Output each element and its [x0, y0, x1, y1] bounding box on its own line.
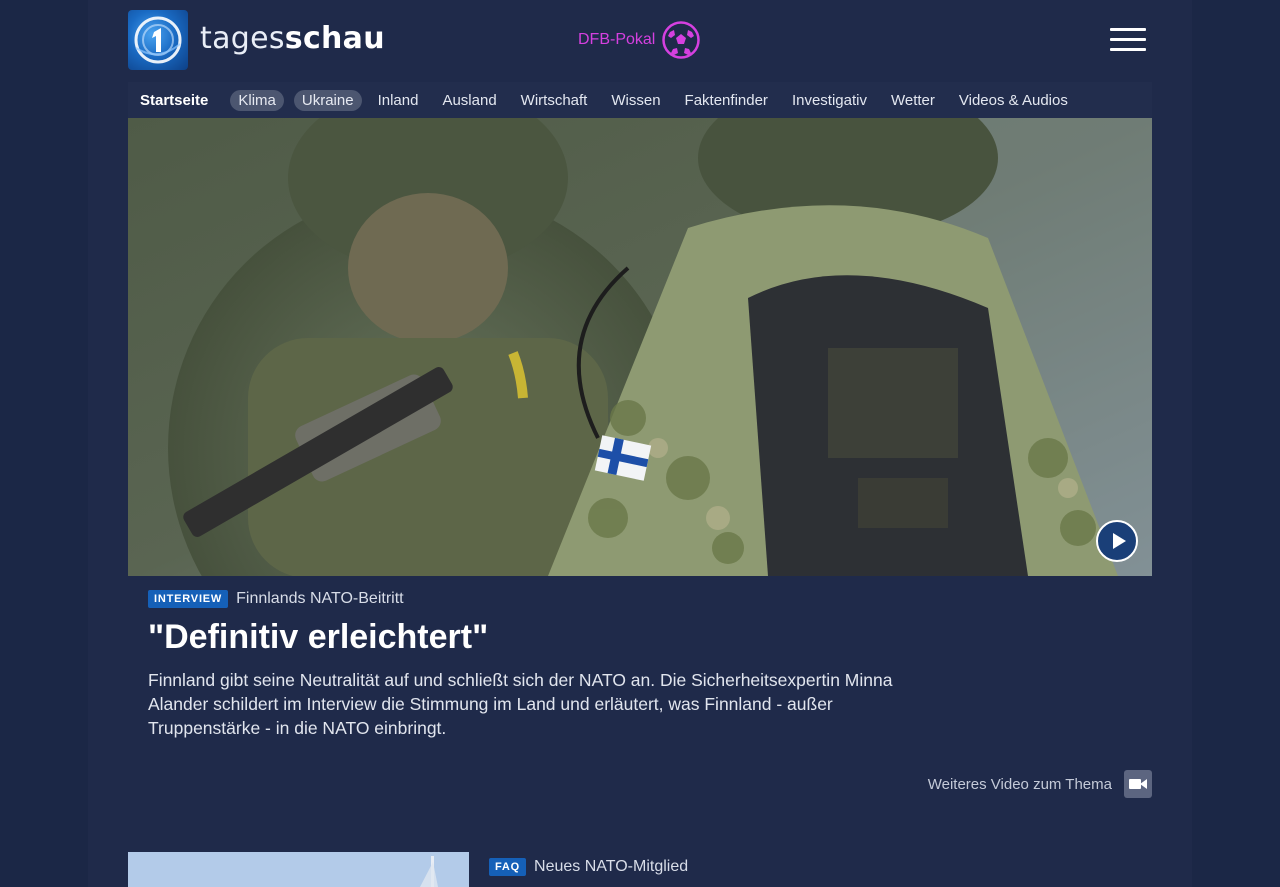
nav-item-wetter[interactable]: Wetter — [891, 92, 935, 109]
nav-item-ukraine[interactable]: Ukraine — [293, 89, 362, 111]
nav-item-videos-audios[interactable]: Videos & Audios — [959, 92, 1068, 109]
hero-kicker-row: INTERVIEW Finnlands NATO-Beitritt — [148, 590, 404, 608]
nav-item-inland[interactable]: Inland — [378, 92, 419, 109]
brand-wordmark[interactable]: tagesschau — [200, 20, 385, 58]
nav-item-klima[interactable]: Klima — [230, 89, 284, 111]
hero-photo-soldiers — [128, 118, 1152, 576]
topic-link-label: DFB-Pokal — [578, 31, 656, 48]
video-camera-icon — [1124, 770, 1152, 798]
nav-item-investigativ[interactable]: Investigativ — [792, 92, 867, 109]
play-icon — [1113, 533, 1126, 549]
main-navigation: Startseite Klima Ukraine Inland Ausland … — [128, 82, 1152, 118]
nav-item-startseite[interactable]: Startseite — [140, 92, 208, 109]
hamburger-menu-icon[interactable] — [1110, 26, 1146, 54]
nav-item-ausland[interactable]: Ausland — [442, 92, 496, 109]
brand-bold: schau — [284, 21, 385, 56]
page-container: tagesschau DFB-Pokal Startseite Klima Uk… — [88, 0, 1192, 887]
nav-item-faktenfinder[interactable]: Faktenfinder — [685, 92, 768, 109]
more-video-label: Weiteres Video zum Thema — [927, 775, 1112, 793]
soccer-ball-icon — [662, 21, 701, 59]
site-header: tagesschau DFB-Pokal — [88, 0, 1192, 82]
faq-badge: FAQ — [489, 858, 527, 876]
tagesschau-logo-icon[interactable] — [128, 10, 188, 70]
dfb-pokal-link[interactable]: DFB-Pokal — [578, 20, 701, 60]
hero-image[interactable] — [128, 118, 1152, 576]
hero-kicker: Finnlands NATO-Beitritt — [236, 590, 404, 607]
nav-item-wissen[interactable]: Wissen — [611, 92, 660, 109]
second-teaser-kicker-row: FAQ Neues NATO-Mitglied — [489, 858, 688, 876]
interview-badge: INTERVIEW — [148, 590, 229, 608]
more-video-link[interactable]: Weiteres Video zum Thema — [928, 770, 1152, 798]
second-teaser-kicker: Neues NATO-Mitglied — [534, 858, 689, 875]
nav-item-wirtschaft[interactable]: Wirtschaft — [521, 92, 588, 109]
second-teaser-image[interactable] — [128, 852, 469, 887]
hero-headline[interactable]: "Definitiv erleichtert" — [148, 618, 488, 657]
play-video-button[interactable] — [1096, 520, 1138, 562]
hero-teaser-text: Finnland gibt seine Neutralität auf und … — [148, 670, 893, 738]
brand-light: tages — [200, 21, 285, 56]
